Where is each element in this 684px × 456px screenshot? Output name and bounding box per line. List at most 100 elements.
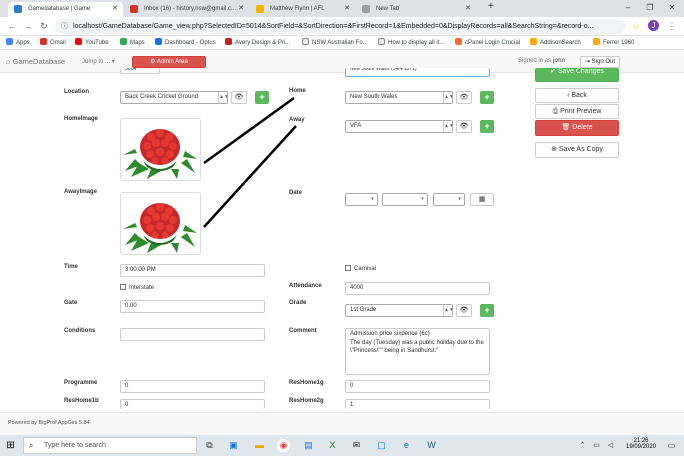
home-view-button[interactable]: 👁 bbox=[456, 91, 472, 104]
mail-icon[interactable]: ✉ bbox=[350, 439, 363, 452]
programme-input[interactable]: 0 bbox=[120, 380, 265, 393]
file-explorer-icon[interactable]: ▬ bbox=[253, 439, 266, 452]
bookmark-dashboard-optus[interactable]: Dashboard - Optus bbox=[155, 38, 216, 48]
store-icon[interactable]: ▣ bbox=[227, 439, 240, 452]
bookmark-gmail[interactable]: Gmail bbox=[40, 38, 66, 48]
sign-out-button[interactable]: ⇥ Sign Out bbox=[580, 56, 620, 68]
gate-input[interactable]: 0.00 bbox=[120, 300, 265, 313]
print-preview-button[interactable]: ⎙ Print Preview bbox=[535, 104, 619, 119]
chrome-icon[interactable]: ◉ bbox=[277, 439, 290, 452]
reload-icon[interactable]: ↻ bbox=[38, 20, 50, 32]
tab-new-tab[interactable]: New Tab ✕ bbox=[356, 2, 476, 17]
tab-matthew-flynn[interactable]: Matthew Flynn | AFL ✕ bbox=[250, 2, 355, 17]
delete-button[interactable]: 🗑 Delete bbox=[535, 120, 619, 136]
close-icon[interactable]: ✕ bbox=[238, 2, 244, 16]
annotation-lines bbox=[203, 96, 297, 228]
volume-icon[interactable]: ◁ bbox=[604, 439, 617, 452]
menu-kebab-icon[interactable]: ⋮ bbox=[666, 20, 678, 32]
bookmark-addisonsearch[interactable]: AddisonSearch bbox=[530, 38, 581, 48]
globe-icon bbox=[378, 38, 385, 45]
interstate-checkbox[interactable]: Interstate bbox=[120, 284, 154, 291]
bookmark-apps[interactable]: Apps bbox=[6, 38, 30, 48]
bookmark-nsw-australian[interactable]: NSW Australian Fo... bbox=[302, 38, 368, 48]
away-select[interactable]: VFA ▲▼ bbox=[345, 120, 453, 133]
conditions-label: Conditions bbox=[64, 328, 96, 334]
chevron-up-icon[interactable]: ⌃ bbox=[576, 439, 589, 452]
tab-label: Matthew Flynn | AFL bbox=[270, 6, 325, 12]
address-bar-row: ← → ↻ ⓘ localhost/GameDatabase/Game_view… bbox=[0, 17, 684, 36]
username: john bbox=[552, 58, 566, 64]
jump-to-dropdown[interactable]: Jump to ... ▾ bbox=[82, 58, 115, 65]
conditions-input[interactable] bbox=[120, 328, 265, 341]
star-icon[interactable]: ☆ bbox=[630, 20, 642, 32]
notifications-icon[interactable]: ▭ bbox=[665, 439, 678, 452]
attendance-input[interactable]: 4000 bbox=[345, 282, 490, 295]
url-input[interactable]: ⓘ localhost/GameDatabase/Game_view.php?S… bbox=[55, 19, 625, 34]
calendar-button[interactable]: ▦ bbox=[470, 193, 494, 206]
bookmark-avery[interactable]: Avery Design & Pri... bbox=[225, 38, 290, 48]
brand-link[interactable]: ⌂ GameDatabase bbox=[6, 57, 65, 66]
close-icon[interactable]: ✕ bbox=[344, 2, 350, 16]
bookmark-how-to-display[interactable]: How to display all it... bbox=[378, 38, 444, 48]
admin-area-button[interactable]: ⚙ Admin Area bbox=[132, 56, 206, 68]
close-icon[interactable]: ✕ bbox=[465, 2, 471, 16]
check-icon: ✔ bbox=[550, 68, 556, 75]
calendar-grid-icon: ▦ bbox=[478, 196, 486, 203]
photos-icon[interactable]: ▢ bbox=[375, 439, 388, 452]
grade-add-button[interactable]: + bbox=[480, 304, 494, 317]
home-add-button[interactable]: + bbox=[480, 91, 494, 104]
edge-icon[interactable]: e bbox=[400, 439, 413, 452]
time-input[interactable]: 3:00:00 PM bbox=[120, 264, 265, 277]
date-month-select[interactable]: ▾ bbox=[382, 193, 428, 206]
profile-avatar-icon[interactable]: J bbox=[648, 20, 659, 31]
task-view-icon[interactable]: ⧉ bbox=[203, 439, 216, 452]
tab-gamedatabase[interactable]: Gamedatabase | Game ✕ bbox=[8, 2, 123, 17]
away-view-button[interactable]: 👁 bbox=[456, 120, 472, 133]
reshome1g-label: ResHome1g bbox=[289, 380, 324, 386]
away-add-button[interactable]: + bbox=[480, 120, 494, 133]
date-day-select[interactable]: ▾ bbox=[345, 193, 378, 206]
minimize-icon[interactable]: – bbox=[618, 1, 638, 15]
maximize-icon[interactable]: ❐ bbox=[640, 1, 660, 15]
bookmark-cpanel[interactable]: cPanel Login Crucial bbox=[455, 38, 520, 48]
maps-icon bbox=[120, 38, 127, 45]
cpanel-icon bbox=[455, 38, 462, 45]
save-as-copy-button[interactable]: ⊕ Save As Copy bbox=[535, 142, 619, 158]
home-image[interactable] bbox=[120, 118, 201, 181]
close-icon[interactable]: ✕ bbox=[112, 2, 118, 16]
comment-textarea[interactable]: Admission price sixpence (6c) The day (T… bbox=[345, 328, 490, 375]
network-icon[interactable]: ▭ bbox=[590, 439, 603, 452]
word-icon[interactable]: W bbox=[425, 439, 438, 452]
taskbar-app-icon[interactable]: ▤ bbox=[302, 439, 315, 452]
selected-id-field[interactable]: 5014 bbox=[120, 68, 160, 74]
bookmark-maps[interactable]: Maps bbox=[120, 38, 145, 48]
home-select[interactable]: New South Wales ▲▼ bbox=[345, 91, 453, 104]
chevron-left-icon: ‹ bbox=[567, 92, 570, 99]
carnival-checkbox[interactable]: Carnival bbox=[345, 265, 376, 272]
excel-icon[interactable]: X bbox=[326, 439, 339, 452]
reshome1b-input[interactable]: 0 bbox=[120, 399, 265, 409]
bookmark-youtube[interactable]: YouTube bbox=[75, 38, 109, 48]
checkbox-box[interactable] bbox=[345, 265, 351, 271]
back-arrow-icon[interactable]: ← bbox=[6, 20, 18, 32]
save-changes-button[interactable]: ✔ Save Changes bbox=[535, 68, 619, 82]
bookmark-ferrer[interactable]: Ferrer 1960 bbox=[593, 38, 634, 48]
waratah-flower-icon bbox=[123, 203, 197, 253]
reshome2g-input[interactable]: 1 bbox=[345, 399, 490, 409]
away-image[interactable] bbox=[120, 192, 201, 255]
grade-select[interactable]: 1st Grade ▲▼ bbox=[345, 304, 453, 317]
tab-inbox[interactable]: Inbox (16) - history.nsw@gmail.c... ✕ bbox=[124, 2, 249, 17]
title-field[interactable]: New South Wales (14/4/1871) bbox=[345, 68, 490, 77]
date-year-select[interactable]: ▾ bbox=[433, 193, 465, 206]
taskbar-search-box[interactable]: ⌕ Type here to search bbox=[23, 437, 197, 454]
checkbox-box[interactable] bbox=[120, 284, 126, 290]
grade-view-button[interactable]: 👁 bbox=[456, 304, 472, 317]
window-close-icon[interactable]: ✕ bbox=[662, 1, 682, 15]
reshome1g-input[interactable]: 0 bbox=[345, 380, 490, 393]
back-button[interactable]: ‹ Back bbox=[535, 88, 619, 103]
new-tab-button[interactable]: + bbox=[488, 1, 494, 12]
clock[interactable]: 21:26 19/09/2020 bbox=[624, 438, 658, 450]
forward-arrow-icon[interactable]: → bbox=[22, 20, 34, 32]
info-icon[interactable]: ⓘ bbox=[61, 19, 68, 34]
windows-start-icon[interactable]: ⊞ bbox=[4, 439, 17, 452]
